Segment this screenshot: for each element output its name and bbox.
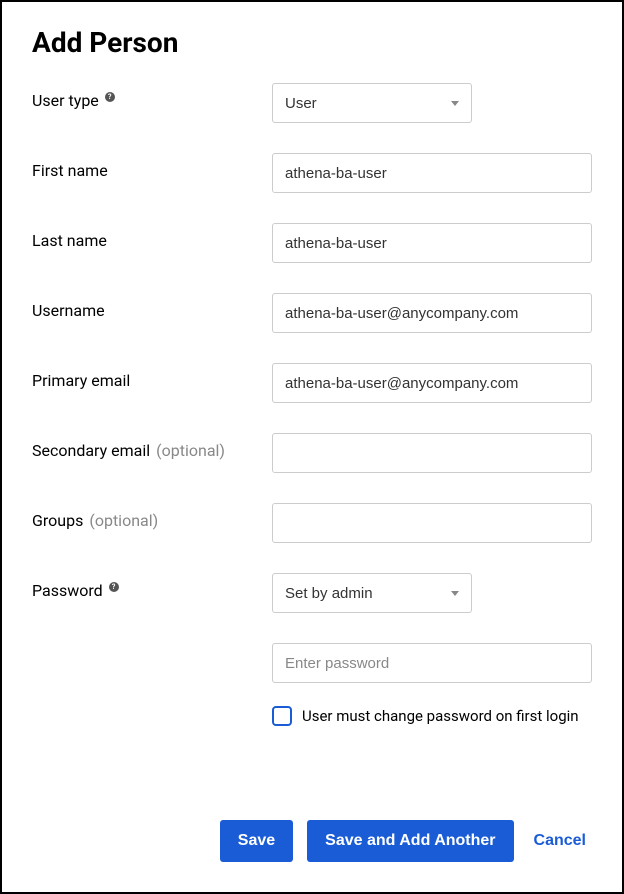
last-name-input[interactable] xyxy=(272,223,592,263)
user-type-select[interactable]: User xyxy=(272,83,472,123)
field-secondary-email: Secondary email (optional) xyxy=(32,433,592,473)
first-name-input[interactable] xyxy=(272,153,592,193)
change-password-label: User must change password on first login xyxy=(302,705,579,728)
username-label: Username xyxy=(32,293,272,320)
help-icon[interactable]: ? xyxy=(105,92,115,102)
page-title: Add Person xyxy=(32,26,592,59)
optional-text: (optional) xyxy=(89,511,158,530)
password-mode-value: Set by admin xyxy=(285,585,373,602)
first-name-label: First name xyxy=(32,153,272,180)
secondary-email-label-text: Secondary email xyxy=(32,441,150,460)
field-first-name: First name xyxy=(32,153,592,193)
field-groups: Groups (optional) xyxy=(32,503,592,543)
cancel-button[interactable]: Cancel xyxy=(528,820,592,862)
password-input[interactable] xyxy=(272,643,592,683)
user-type-label: User type ? xyxy=(32,83,272,110)
change-password-checkbox[interactable] xyxy=(272,706,292,726)
chevron-down-icon xyxy=(451,591,459,596)
primary-email-input[interactable] xyxy=(272,363,592,403)
help-icon[interactable]: ? xyxy=(109,582,119,592)
user-type-value: User xyxy=(285,95,317,112)
field-username: Username xyxy=(32,293,592,333)
primary-email-label: Primary email xyxy=(32,363,272,390)
chevron-down-icon xyxy=(451,101,459,106)
groups-input[interactable] xyxy=(272,503,592,543)
password-label-text: Password xyxy=(32,581,103,600)
last-name-label: Last name xyxy=(32,223,272,250)
optional-text: (optional) xyxy=(156,441,225,460)
change-password-checkbox-row: User must change password on first login xyxy=(272,705,592,728)
field-password: Password ? Set by admin xyxy=(32,573,592,613)
save-button[interactable]: Save xyxy=(220,820,293,862)
password-label: Password ? xyxy=(32,573,272,600)
add-person-form: Add Person User type ? User First name L… xyxy=(0,0,624,894)
groups-label-text: Groups xyxy=(32,511,83,530)
field-user-type: User type ? User xyxy=(32,83,592,123)
user-type-label-text: User type xyxy=(32,91,99,110)
secondary-email-label: Secondary email (optional) xyxy=(32,433,272,460)
groups-label: Groups (optional) xyxy=(32,503,272,530)
save-add-another-button[interactable]: Save and Add Another xyxy=(307,820,513,862)
password-mode-select[interactable]: Set by admin xyxy=(272,573,472,613)
field-last-name: Last name xyxy=(32,223,592,263)
secondary-email-input[interactable] xyxy=(272,433,592,473)
password-section: User must change password on first login xyxy=(272,643,592,728)
button-bar: Save Save and Add Another Cancel xyxy=(220,820,592,862)
username-input[interactable] xyxy=(272,293,592,333)
field-primary-email: Primary email xyxy=(32,363,592,403)
